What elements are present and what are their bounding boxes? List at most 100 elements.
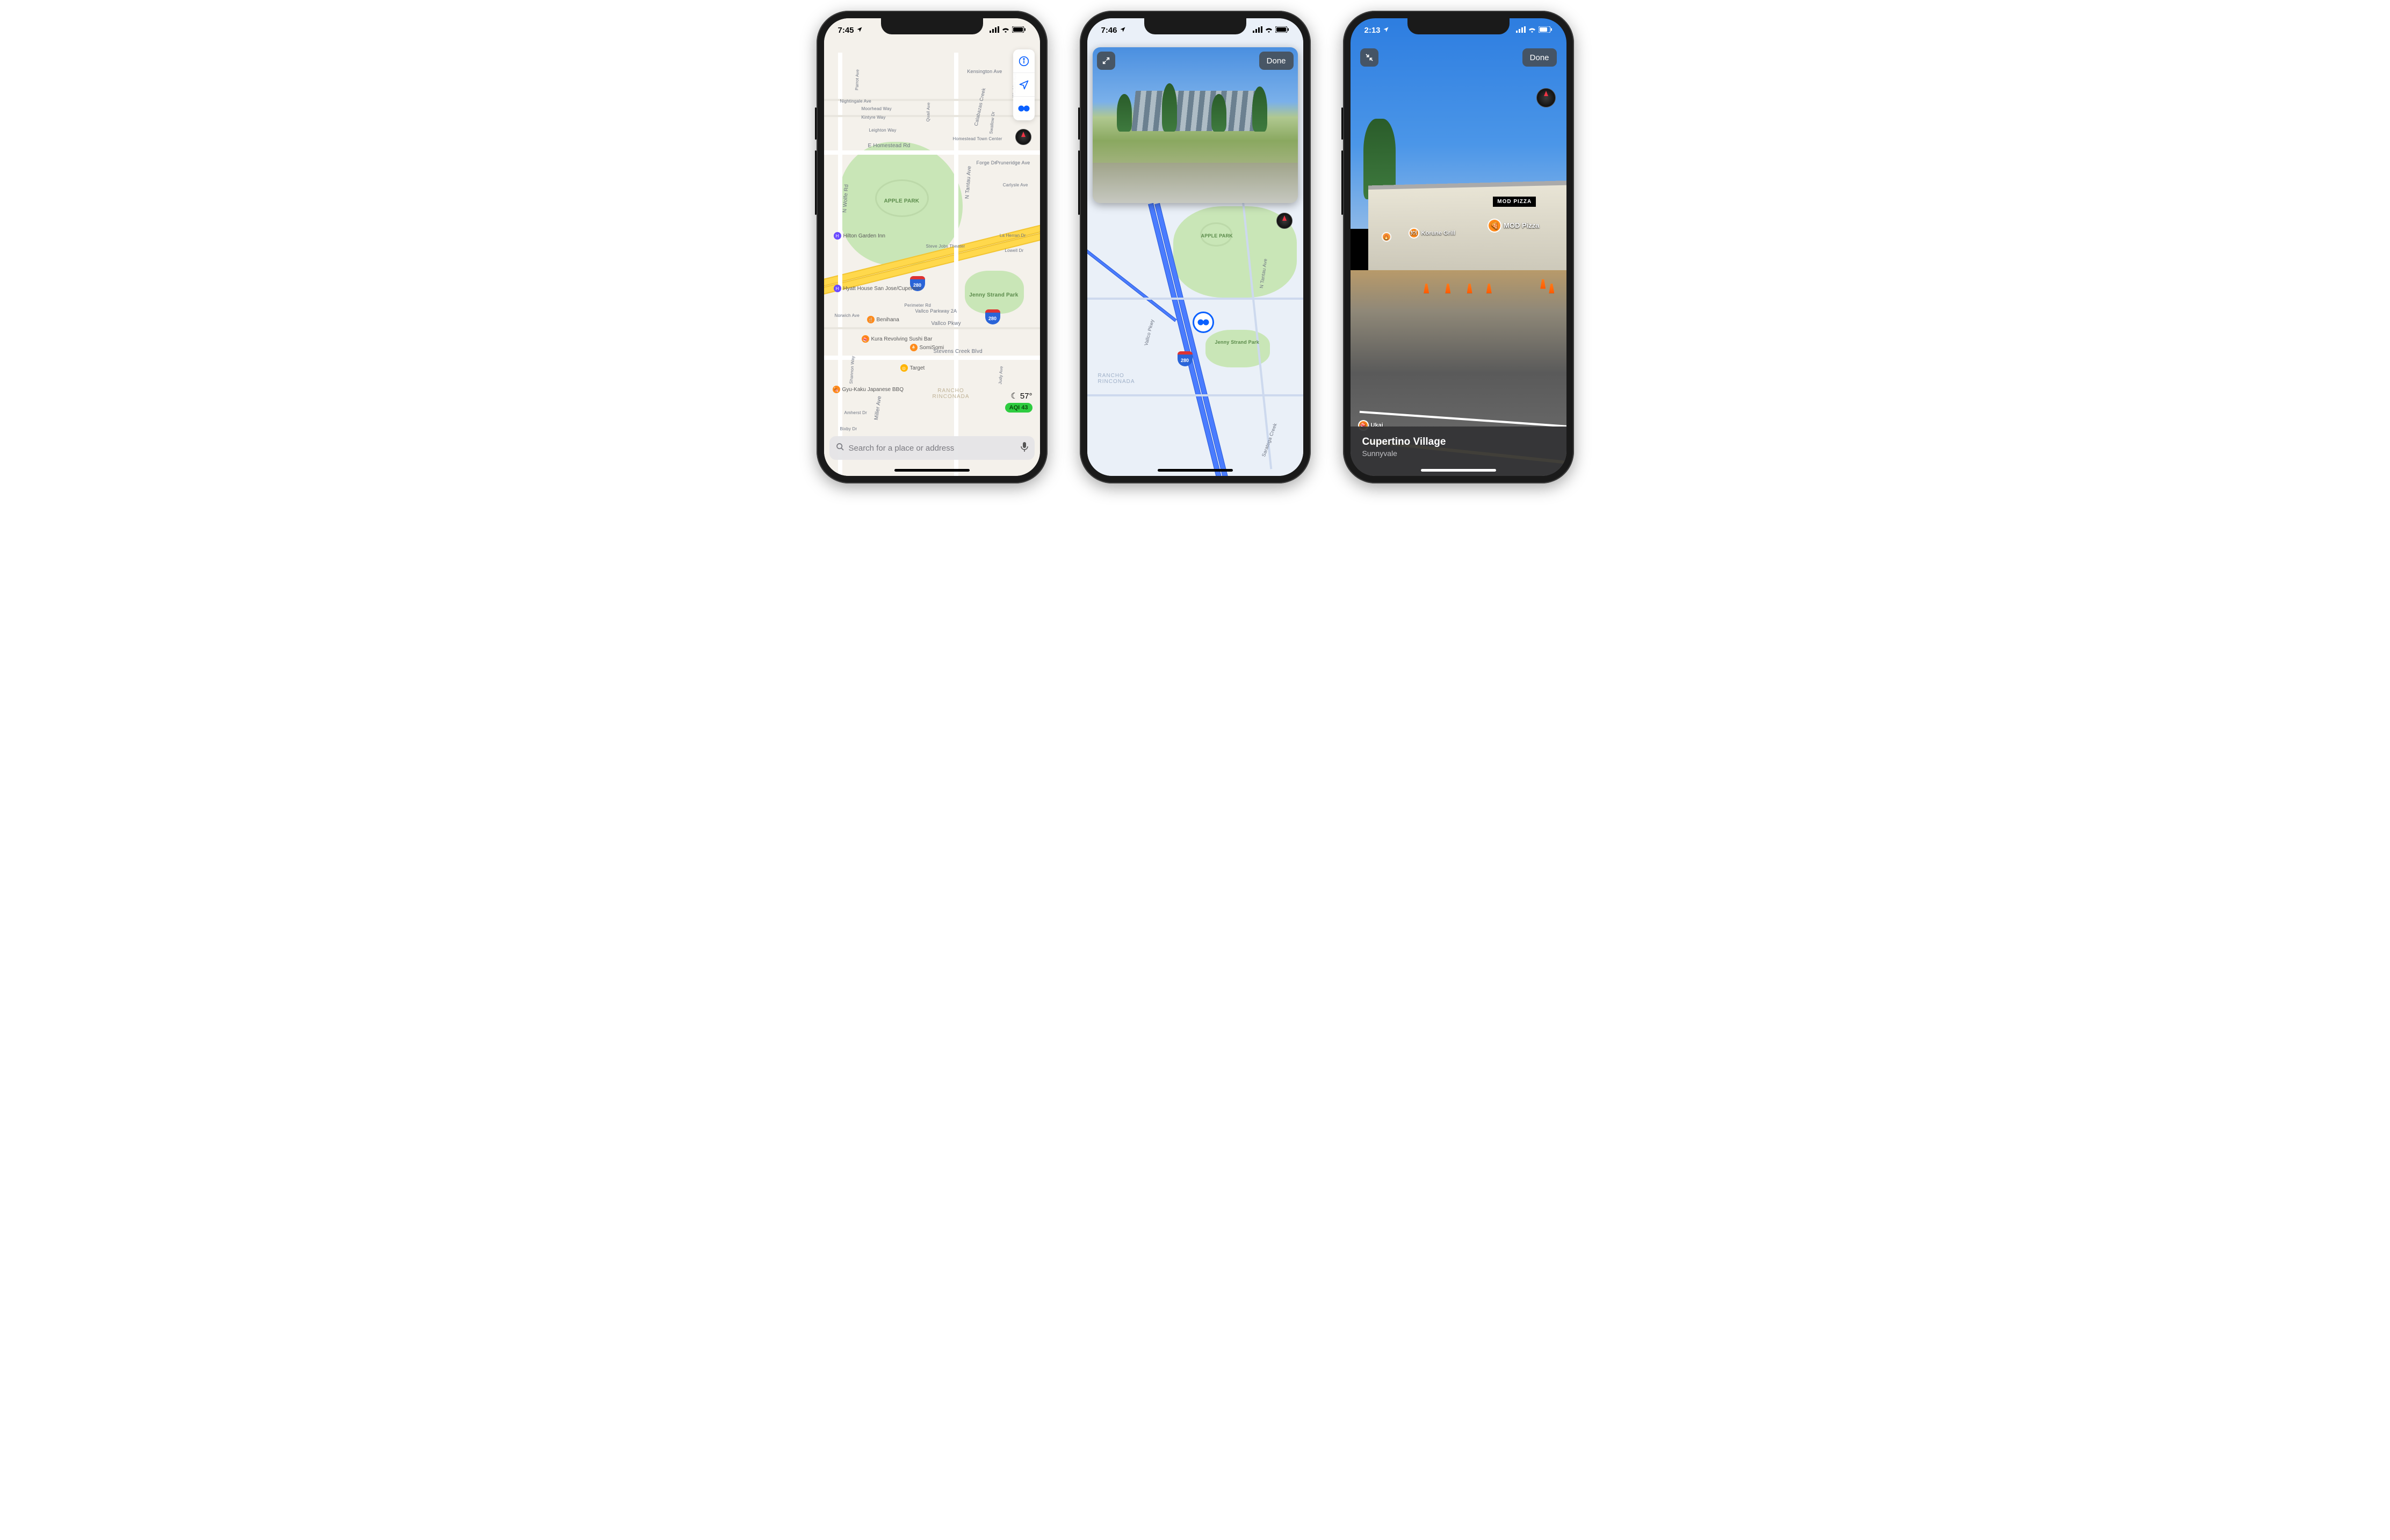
label-moorhead: Moorhead Way	[862, 106, 892, 111]
weather-widget[interactable]: ☾ 57° AQI 43	[1005, 391, 1032, 413]
phone-lookaround-preview: 7:46 280 APPLE PARK Jenny	[1080, 11, 1311, 483]
home-indicator[interactable]	[1421, 469, 1496, 472]
weather-temp: 57°	[1020, 392, 1032, 401]
done-button[interactable]: Done	[1259, 52, 1294, 70]
search-icon	[836, 443, 844, 454]
lookaround-viewport[interactable]: MOD PIZZA 🍕 MOD Pizza 🍽 Korune Grill 🔥	[1351, 18, 1566, 476]
road-vallco	[824, 327, 1040, 329]
hw-shield-280b: 280	[985, 309, 1000, 324]
aqi-badge: AQI 43	[1005, 403, 1032, 413]
lookaround-preview-card[interactable]: Done	[1093, 47, 1298, 203]
search-placeholder: Search for a place or address	[849, 444, 1016, 453]
label-perimeter: Perimeter Rd	[905, 303, 932, 308]
food-icon: 🔥	[1383, 233, 1390, 241]
label-quail: Quail Ave	[925, 102, 930, 121]
status-time: 7:45	[838, 26, 854, 35]
tree-icon	[1162, 83, 1177, 132]
lookaround-button[interactable]	[1013, 97, 1035, 120]
notch	[881, 18, 983, 34]
battery-icon	[1012, 26, 1026, 35]
caption-title: Cupertino Village	[1362, 436, 1555, 448]
road-b	[1087, 394, 1303, 396]
label-jenny: Jenny Strand Park	[969, 292, 1018, 298]
status-time: 2:13	[1364, 26, 1381, 35]
expand-button[interactable]	[1097, 52, 1115, 70]
wifi-icon	[1001, 26, 1010, 35]
search-bar[interactable]: Search for a place or address	[829, 436, 1035, 460]
notch	[1144, 18, 1246, 34]
poi-campfire[interactable]: 🔥	[1383, 233, 1390, 241]
home-indicator[interactable]	[1158, 469, 1233, 472]
label-homestead: E Homestead Rd	[868, 143, 911, 149]
cellular-icon	[990, 26, 999, 35]
info-button[interactable]	[1013, 49, 1035, 73]
label-pruneridge: Pruneridge Ave	[995, 160, 1030, 165]
notch	[1407, 18, 1510, 34]
poi-target[interactable]: ◎Target	[900, 364, 925, 372]
poi-korune[interactable]: 🍽 Korune Grill	[1410, 229, 1456, 237]
label-shannon: Shannon Way	[848, 356, 855, 384]
label-vallco2: Vallco Parkway 2A	[915, 308, 957, 314]
label-sjt: Steve Jobs Theater	[926, 244, 965, 249]
caption-subtitle: Sunnyvale	[1362, 449, 1555, 458]
battery-icon	[1275, 26, 1289, 35]
voice-input-icon[interactable]	[1021, 442, 1028, 454]
label-nightingale: Nightingale Ave	[840, 99, 871, 104]
location-services-icon	[856, 26, 863, 35]
home-indicator[interactable]	[894, 469, 970, 472]
label-apple-park: APPLE PARK	[1201, 233, 1233, 238]
poi-hyatt[interactable]: HHyatt House San Jose/Cupertino	[834, 285, 922, 292]
poi-gyukaku[interactable]: 🍖Gyu-Kaku Japanese BBQ	[833, 386, 904, 393]
wifi-icon	[1528, 26, 1536, 35]
poi-somi[interactable]: 🍦SomiSomi	[910, 344, 944, 351]
road-homestead	[824, 150, 1040, 155]
label-bixby: Bixby Dr	[840, 426, 857, 431]
label-miller: Miller Ave	[873, 395, 882, 420]
location-services-icon	[1383, 26, 1389, 35]
label-carlysle: Carlysle Ave	[1003, 183, 1028, 187]
pizza-icon: 🍕	[1489, 220, 1500, 232]
label-kintyre: Kintyre Way	[862, 115, 886, 120]
label-parrot: Parrot Ave	[854, 69, 860, 91]
poi-kura[interactable]: 🍣Kura Revolving Sushi Bar	[862, 335, 933, 343]
road-minor-2	[824, 115, 1040, 117]
road-a	[1087, 298, 1303, 300]
battery-icon	[1539, 26, 1553, 35]
road-stevens	[824, 356, 1040, 360]
food-icon: 🍽	[1410, 229, 1418, 237]
phone-maps-main: 7:45	[817, 11, 1048, 483]
moon-icon: ☾	[1010, 391, 1017, 401]
hw-shield-280: 280	[1178, 351, 1193, 366]
compass-icon[interactable]	[1015, 129, 1031, 145]
poi-hilton[interactable]: HHilton Garden Inn	[834, 232, 885, 240]
label-rancho: RANCHO RINCONADA	[1098, 373, 1135, 385]
compass-icon[interactable]	[1276, 213, 1293, 229]
label-leighton: Leighton Way	[869, 128, 897, 133]
label-forge: Forge Dr	[977, 160, 997, 165]
tree-icon	[1211, 94, 1226, 132]
shrink-button[interactable]	[1360, 48, 1378, 67]
cellular-icon	[1253, 26, 1262, 35]
location-services-icon	[1120, 26, 1126, 35]
label-vallco: Vallco Pkwy	[932, 321, 961, 327]
lookaround-pin[interactable]	[1193, 312, 1214, 333]
label-vallco: Vallco Pkwy	[1143, 319, 1155, 346]
label-lowell: Lowell Dr	[1005, 248, 1023, 253]
building-shape	[1131, 91, 1259, 131]
label-norwich: Norwich Ave	[835, 313, 860, 318]
poi-benihana[interactable]: 🍴Benihana	[867, 316, 899, 323]
done-button[interactable]: Done	[1522, 48, 1557, 67]
tree-icon	[1117, 94, 1132, 132]
label-laherran: La Herran Dr	[1000, 233, 1026, 238]
road-surface	[1093, 163, 1298, 203]
label-calabazas: Calabazas Creek	[973, 88, 986, 127]
label-rancho: RANCHO RINCONADA	[933, 388, 970, 400]
poi-mod-pizza[interactable]: 🍕 MOD Pizza	[1489, 220, 1539, 232]
wifi-icon	[1265, 26, 1273, 35]
store-sign: MOD PIZZA	[1493, 197, 1536, 207]
compass-icon[interactable]	[1536, 88, 1556, 107]
locate-button[interactable]	[1013, 73, 1035, 97]
label-apple-park: APPLE PARK	[884, 198, 920, 204]
label-kensington: Kensington Ave	[967, 69, 1002, 74]
label-tantau: N Tantau Ave	[964, 165, 972, 199]
